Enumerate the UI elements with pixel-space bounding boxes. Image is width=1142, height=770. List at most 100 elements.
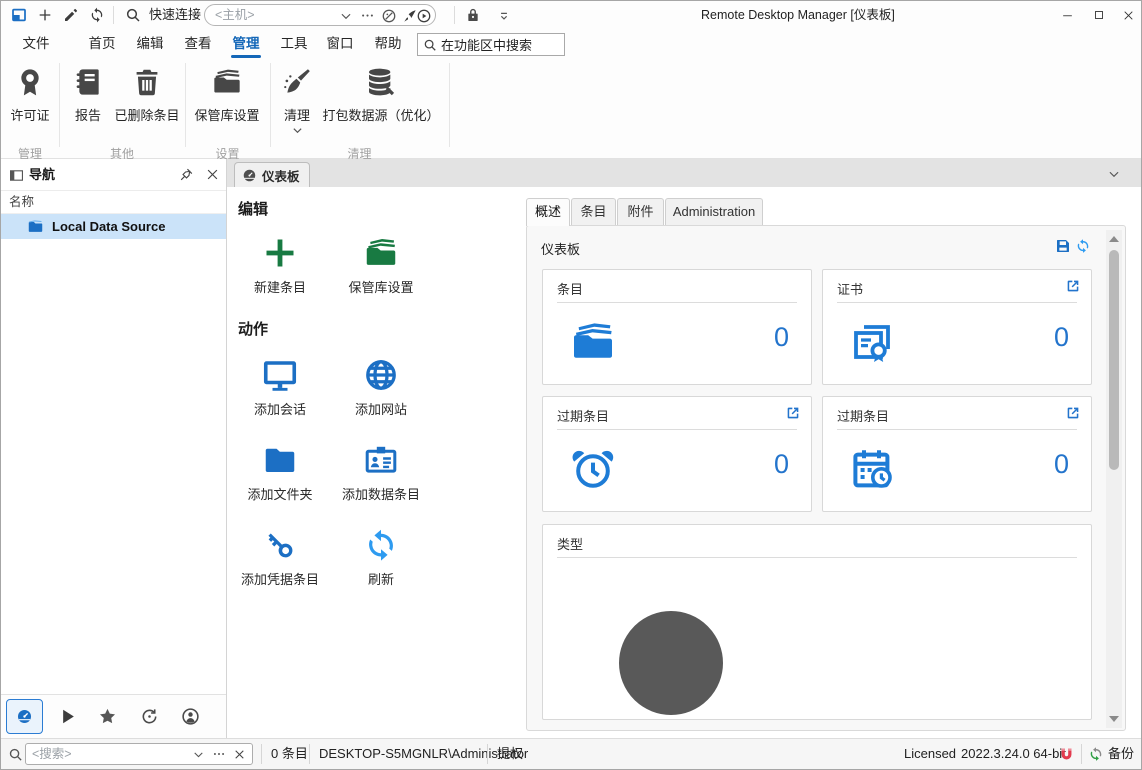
ribbon-group-separator (185, 63, 186, 147)
close-button[interactable] (1113, 1, 1142, 29)
ribbon-search-box[interactable]: 在功能区中搜索 (417, 33, 565, 56)
external-link-icon[interactable] (785, 405, 801, 421)
menu-window[interactable]: 窗口 (321, 29, 359, 59)
history-icon[interactable] (140, 707, 159, 726)
key-icon (262, 527, 298, 563)
menu-help[interactable]: 帮助 (369, 29, 407, 59)
document-tab-strip: 仪表板 (227, 159, 1142, 187)
play-icon[interactable] (58, 707, 77, 726)
add-folder-button[interactable]: 添加文件夹 (230, 442, 330, 503)
navigation-footer (1, 694, 226, 738)
connection-type-icon[interactable] (381, 8, 397, 24)
menu-edit[interactable]: 编辑 (131, 29, 169, 59)
favorites-star-icon[interactable] (98, 707, 117, 726)
backup-button[interactable]: 备份 (1108, 739, 1134, 769)
close-icon[interactable] (205, 167, 220, 182)
play-circle-icon[interactable] (416, 8, 432, 24)
pin-icon[interactable] (179, 167, 194, 182)
plus-icon (262, 235, 298, 271)
card-divider (837, 302, 1077, 303)
title-bar: 快速连接 Remote Desktop Ma (1, 1, 1141, 29)
tab-list-chevron-icon[interactable] (1107, 167, 1121, 181)
card-divider (837, 429, 1077, 430)
menu-tools[interactable]: 工具 (275, 29, 313, 59)
user-icon[interactable] (181, 707, 200, 726)
more-options-icon[interactable] (360, 8, 375, 23)
card-title: 过期条目 (837, 406, 889, 425)
add-data-entry-button[interactable]: 添加数据条目 (331, 442, 431, 503)
navigation-header: 导航 (1, 159, 226, 191)
status-separator (1081, 744, 1082, 764)
report-button[interactable]: 报告 (65, 63, 111, 124)
external-link-icon[interactable] (1065, 278, 1081, 294)
scroll-up-arrow[interactable] (1109, 236, 1119, 242)
chevron-down-icon[interactable] (339, 9, 353, 23)
calendar-clock-icon (849, 445, 897, 493)
dashboard-workspace: 编辑 新建条目 保管库设置 动作 添加会话 添加网站 (227, 187, 1142, 738)
refresh-icon (363, 527, 399, 563)
chevron-down-icon[interactable] (192, 748, 205, 761)
license-status: Licensed (904, 739, 956, 769)
menu-file[interactable]: 文件 (17, 29, 55, 59)
status-separator (487, 744, 488, 764)
elevate-button[interactable]: 提权 (497, 739, 523, 769)
save-icon[interactable] (1055, 238, 1071, 254)
pack-datasource-button[interactable]: 打包数据源（优化） (319, 63, 443, 124)
magnet-icon[interactable] (1058, 746, 1075, 763)
minimize-button[interactable] (1051, 1, 1083, 29)
card-value: 0 (774, 449, 789, 480)
toolbar-separator (113, 6, 114, 24)
vault-settings-button-large[interactable]: 保管库设置 (331, 235, 431, 296)
app-window-icon[interactable] (11, 7, 27, 23)
database-optimize-icon (365, 66, 397, 98)
clear-search-icon[interactable] (233, 748, 246, 761)
maximize-button[interactable] (1083, 1, 1115, 29)
refresh-button[interactable]: 刷新 (331, 527, 431, 588)
cleanup-button[interactable]: 清理 (277, 63, 317, 136)
card-title: 过期条目 (557, 406, 609, 425)
globe-icon (363, 357, 399, 393)
card-divider (557, 302, 797, 303)
nav-tree-item-local-data-source[interactable]: Local Data Source (1, 214, 226, 239)
status-separator (309, 744, 310, 764)
license-button[interactable]: 许可证 (3, 63, 57, 124)
folder-icon (262, 442, 298, 478)
menu-bar: 文件 首页 编辑 查看 管理 工具 窗口 帮助 在功能区中搜索 (1, 29, 1141, 59)
tab-overview[interactable]: 概述 (526, 198, 570, 226)
tab-entries[interactable]: 条目 (571, 198, 616, 225)
add-website-button[interactable]: 添加网站 (331, 357, 431, 418)
add-icon[interactable] (37, 7, 53, 23)
status-search-input[interactable] (32, 745, 187, 763)
status-search-box[interactable] (25, 743, 253, 765)
vault-folders-icon (211, 66, 243, 98)
refresh-icon[interactable] (1075, 238, 1091, 254)
menu-view[interactable]: 查看 (179, 29, 217, 59)
scroll-down-arrow[interactable] (1109, 716, 1119, 722)
trash-icon (131, 66, 163, 98)
tab-administration[interactable]: Administration (665, 198, 763, 225)
expand-toolbar-icon[interactable] (497, 9, 511, 23)
vertical-scrollbar[interactable] (1106, 230, 1122, 728)
more-options-icon[interactable] (212, 747, 226, 761)
host-input[interactable] (215, 6, 333, 24)
vault-settings-button[interactable]: 保管库设置 (187, 63, 267, 124)
dashboard-view-toggle[interactable] (6, 699, 43, 734)
nav-column-header[interactable]: 名称 (1, 191, 226, 214)
tab-dashboard[interactable]: 仪表板 (234, 162, 310, 187)
lock-icon[interactable] (465, 7, 481, 23)
menu-home[interactable]: 首页 (83, 29, 121, 59)
add-credential-button[interactable]: 添加凭据条目 (230, 527, 330, 588)
tab-attachments[interactable]: 附件 (617, 198, 664, 225)
status-separator (261, 744, 262, 764)
dashboard-gauge-icon (16, 708, 33, 725)
new-entry-button[interactable]: 新建条目 (230, 235, 330, 296)
scrollbar-thumb[interactable] (1109, 250, 1119, 470)
external-link-icon[interactable] (1065, 405, 1081, 421)
edit-pencil-icon[interactable] (63, 7, 79, 23)
backup-sync-icon[interactable] (1088, 746, 1104, 762)
refresh-icon[interactable] (89, 7, 105, 23)
add-session-button[interactable]: 添加会话 (230, 357, 330, 418)
search-icon[interactable] (125, 7, 141, 23)
quick-connect-combo[interactable] (204, 4, 436, 26)
deleted-entries-button[interactable]: 已删除条目 (111, 63, 183, 124)
